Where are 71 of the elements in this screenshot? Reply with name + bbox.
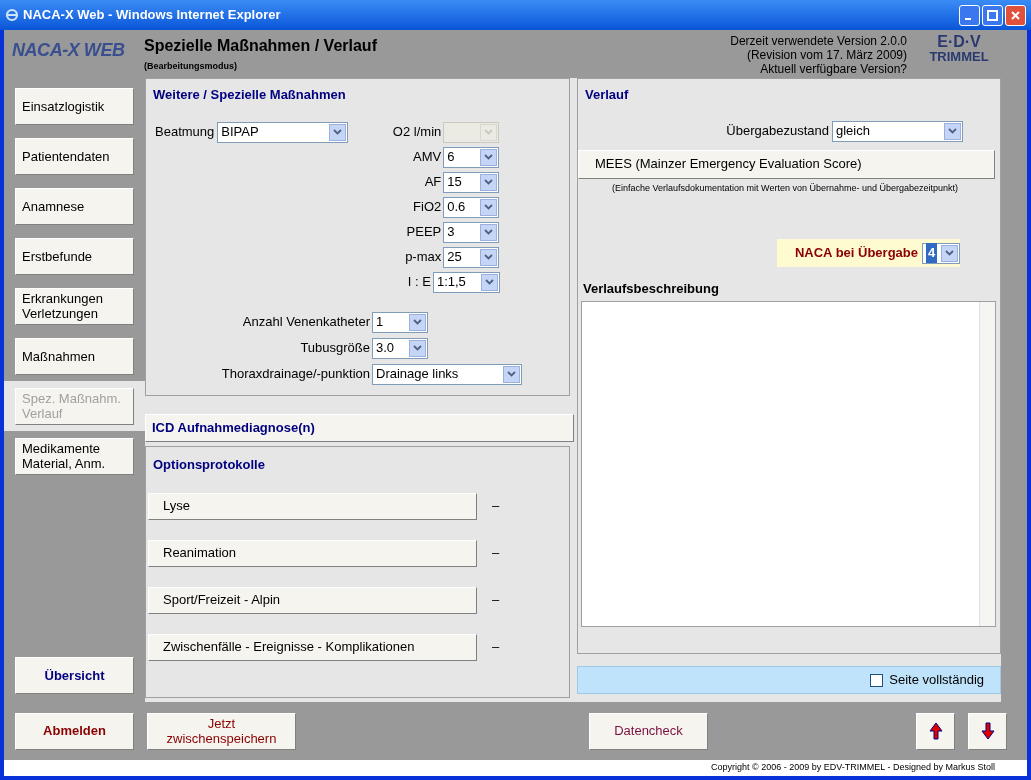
mees-button[interactable]: MEES (Mainzer Emergency Evaluation Score) (578, 149, 995, 179)
field-label: FiO2 (412, 198, 442, 217)
nav-button[interactable]: Erstbefunde (15, 237, 134, 275)
dropdown-field[interactable]: Drainage links (372, 363, 522, 385)
field-label: NACA bei Übergabe (794, 244, 918, 263)
checkbox-label: Seite vollständig (889, 671, 984, 690)
arrow-down-button[interactable] (968, 712, 1007, 750)
icd-button[interactable]: ICD Aufnahmediagnose(n) (145, 414, 574, 442)
dropdown-field[interactable]: 1 (372, 311, 428, 333)
arrow-down-icon (980, 722, 995, 740)
version-info: Derzeit verwendete Version 2.0.0 (730, 34, 907, 48)
close-icon[interactable] (1005, 4, 1026, 26)
field-label: O2 l/min (391, 123, 442, 142)
section-title: Weitere / Spezielle Maßnahmen (153, 86, 347, 104)
data-check-button[interactable]: Datencheck (589, 712, 708, 750)
dropdown-field[interactable]: 6 (443, 146, 500, 168)
dropdown-field[interactable]: 0.6 (443, 196, 500, 218)
scrollbar[interactable] (979, 301, 995, 626)
dropdown-field[interactable]: BIPAP (217, 121, 349, 143)
overview-button[interactable]: Übersicht (15, 657, 134, 694)
field-label: Verlaufsbeschreibung (582, 280, 720, 298)
dropdown-field[interactable]: 3.0 (372, 337, 428, 359)
dropdown-field[interactable]: 25 (443, 246, 500, 268)
field-label: I : E (406, 273, 431, 292)
minimize-icon[interactable] (959, 4, 980, 26)
protocol-status: – (492, 544, 500, 563)
save-button[interactable]: Jetzt zwischenspeichern (147, 712, 296, 750)
field-label: Übergabezustand (726, 122, 829, 141)
nav-button[interactable]: Medikamente Material, Anm. (15, 437, 134, 475)
field-label: Beatmung (154, 123, 215, 142)
version-info[interactable]: Aktuell verfügbare Version? (760, 62, 907, 76)
protocol-status: – (492, 497, 500, 516)
dropdown-field[interactable]: 1:1,5 (432, 271, 501, 293)
field-label: PEEP (405, 223, 442, 242)
logout-button[interactable]: Abmelden (15, 712, 134, 750)
dropdown-field[interactable]: 15 (443, 171, 500, 193)
field-label: Thoraxdrainage/-punktion (220, 365, 370, 384)
window-title: NACA-X Web - Windows Internet Explorer (23, 6, 281, 25)
field-label: p-max (404, 248, 442, 267)
section-title: Optionsprotokolle (152, 456, 266, 474)
protocol-status: – (492, 638, 500, 657)
protocol-button[interactable]: Lyse (148, 492, 477, 520)
page-subtitle: (Bearbeitungsmodus) (144, 60, 238, 73)
checkbox[interactable] (870, 673, 884, 687)
maximize-icon[interactable] (982, 4, 1003, 26)
app-logo: NACA-X WEB (12, 39, 126, 62)
field-label: AF (423, 173, 442, 192)
field-label: Anzahl Venenkatheter (241, 313, 370, 332)
copyright-text: Copyright © 2006 - 2009 by EDV-TRIMMEL - Designed by Markus Stoll (711, 761, 995, 775)
browser-icon (5, 8, 19, 22)
field-label: AMV (412, 148, 442, 167)
nav-button[interactable]: Maßnahmen (15, 337, 134, 375)
page-title: Spezielle Maßnahmen / Verlauf (144, 36, 377, 56)
arrow-up-button[interactable] (916, 712, 955, 750)
brand-logo: E·D·V TRIMMEL (928, 34, 990, 63)
protocol-button[interactable]: Reanimation (148, 539, 477, 567)
nav-button[interactable]: Patientendaten (15, 137, 134, 175)
dropdown-field[interactable]: 4 (922, 242, 960, 264)
dropdown-field[interactable]: 3 (443, 221, 500, 243)
protocol-button[interactable]: Zwischenfälle - Ereignisse - Komplikationen (148, 633, 477, 661)
protocol-button[interactable]: Sport/Freizeit - Alpin (148, 586, 477, 614)
arrow-up-icon (928, 722, 943, 740)
version-info: (Revision vom 17. März 2009) (746, 48, 907, 62)
protocol-status: – (492, 591, 500, 610)
nav-button[interactable]: Erkrankungen Verletzungen (15, 287, 134, 325)
dropdown-field[interactable]: gleich (832, 120, 963, 142)
section-title: Verlauf (584, 86, 630, 104)
field-label: Tubusgröße (299, 339, 370, 358)
nav-button[interactable]: Einsatzlogistik (15, 87, 134, 125)
mees-note: (Einfache Verlaufsdokumentation mit Werten von Übernahme- und Übergabezeitpunkt) (611, 181, 959, 195)
nav-button[interactable]: Anamnese (15, 187, 134, 225)
